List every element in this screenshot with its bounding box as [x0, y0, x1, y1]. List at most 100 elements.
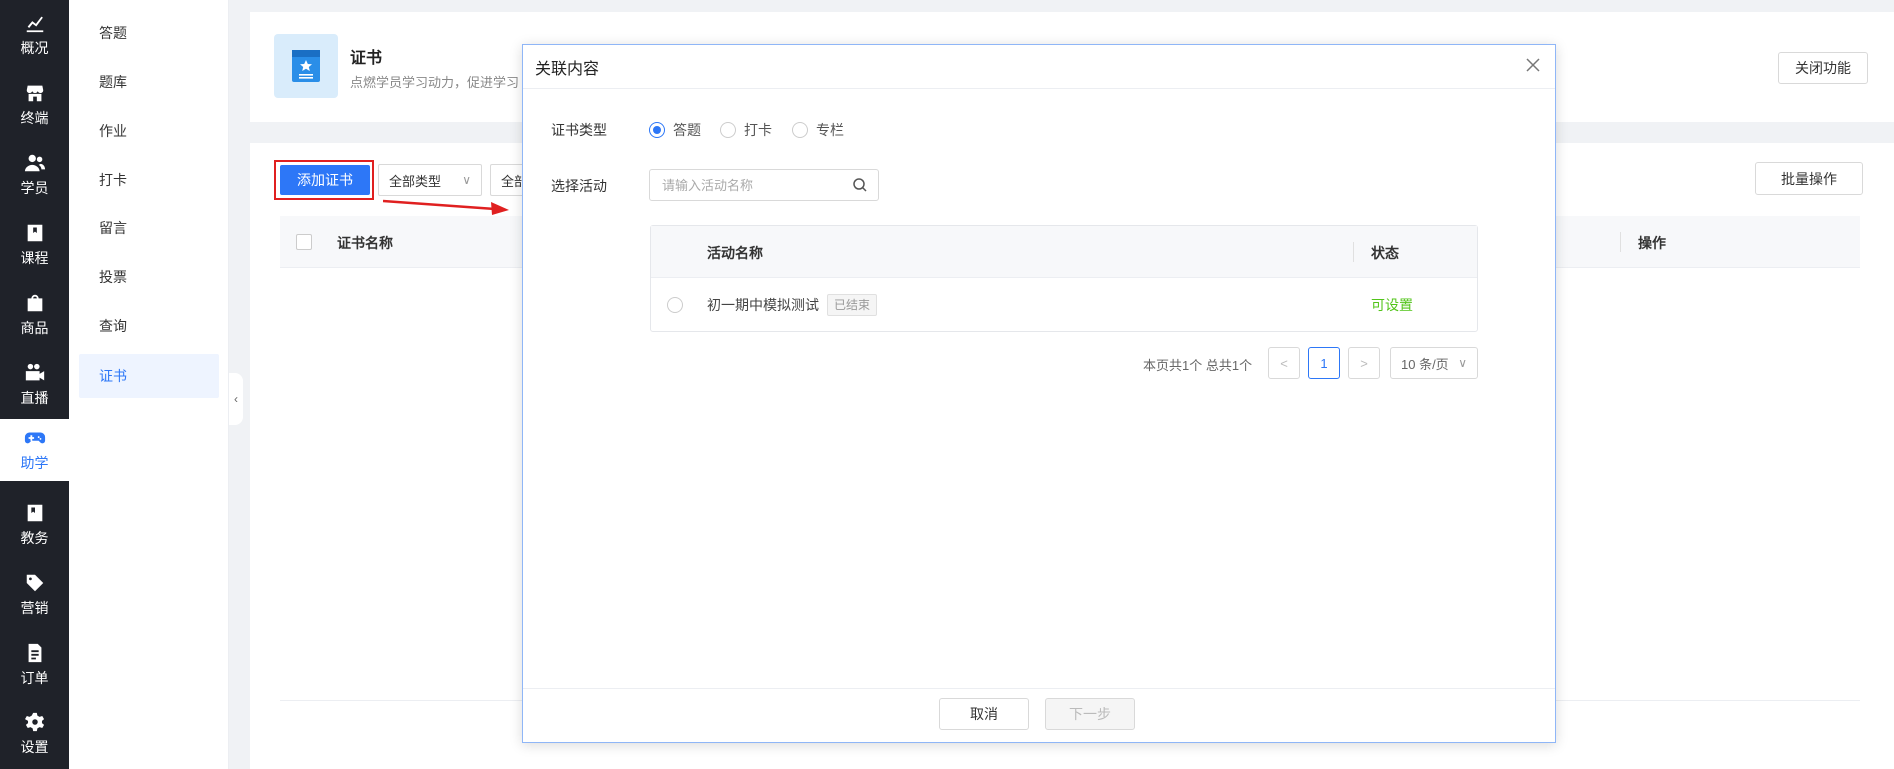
chevron-left-icon: ‹ [234, 392, 238, 406]
page-description: 点燃学员学习动力，促进学习 [350, 75, 520, 90]
type-filter-select[interactable]: 全部类型 ∨ [378, 164, 482, 196]
subnav-item-messages[interactable]: 留言 [79, 206, 219, 250]
activity-table: 活动名称 状态 初一期中模拟测试 已结束 可设置 [650, 225, 1478, 332]
rail-item-courses[interactable]: 课程 [0, 210, 69, 280]
dialog-title: 关联内容 [535, 61, 600, 78]
link-content-dialog: 关联内容 证书类型 答题 打卡 专栏 选择活动 活动名称 状态 初一期中模拟测试… [522, 44, 1556, 743]
chevron-right-icon: > [1360, 355, 1368, 371]
store-icon [26, 85, 43, 102]
radio-label: 答题 [673, 122, 701, 138]
column-divider [1353, 242, 1354, 262]
rail-item-students[interactable]: 学员 [0, 140, 69, 210]
column-divider [1620, 232, 1621, 252]
radio-label: 打卡 [744, 122, 772, 138]
prev-page-button[interactable]: < [1268, 347, 1300, 379]
certificate-app-icon [274, 34, 338, 98]
chart-up-icon [26, 16, 43, 33]
row-select-radio[interactable] [667, 297, 683, 313]
rail-item-learning-aid[interactable]: 助学 [0, 419, 69, 481]
rail-item-label: 商品 [20, 320, 49, 336]
gear-icon [24, 712, 44, 732]
dialog-header: 关联内容 [523, 45, 1555, 89]
chevron-down-icon: ∨ [1458, 356, 1467, 370]
column-header-name: 证书名称 [337, 235, 393, 251]
page-title: 证书 [350, 50, 383, 67]
chevron-left-icon: < [1280, 355, 1288, 371]
rail-item-orders[interactable]: 订单 [0, 630, 69, 700]
document-icon [28, 643, 41, 663]
activity-search-input[interactable] [650, 170, 840, 200]
bag-icon [27, 294, 42, 312]
cancel-button[interactable]: 取消 [939, 698, 1029, 730]
subnav-item-question-bank[interactable]: 题库 [79, 60, 219, 104]
add-certificate-button[interactable]: 添加证书 [280, 165, 370, 195]
page-button-current[interactable]: 1 [1308, 347, 1340, 379]
select-all-checkbox[interactable] [296, 234, 312, 250]
column-header-status: 状态 [1371, 245, 1399, 261]
notebook-icon [27, 504, 42, 522]
batch-operation-button[interactable]: 批量操作 [1755, 162, 1863, 195]
rail-item-settings[interactable]: 设置 [0, 699, 69, 769]
subnav-item-query[interactable]: 查询 [79, 304, 219, 348]
status-value: 可设置 [1371, 297, 1413, 313]
cert-type-radio-quiz[interactable]: 答题 [649, 120, 701, 140]
page-size-value: 10 条/页 [1401, 356, 1449, 372]
activity-search-box [649, 169, 879, 201]
radio-dot [792, 122, 808, 138]
page-size-select[interactable]: 10 条/页 ∨ [1390, 347, 1478, 379]
book-icon [27, 224, 42, 242]
search-icon[interactable] [852, 177, 868, 193]
next-page-button[interactable]: > [1348, 347, 1380, 379]
rail-item-label: 营销 [20, 600, 49, 616]
rail-item-label: 设置 [20, 739, 49, 755]
radio-dot [649, 122, 665, 138]
dialog-close-button[interactable] [1521, 53, 1545, 77]
next-step-button[interactable]: 下一步 [1045, 698, 1135, 730]
radio-label: 专栏 [816, 122, 844, 138]
ended-tag: 已结束 [827, 294, 878, 316]
chevron-down-icon: ∨ [462, 173, 471, 187]
rail-item-overview[interactable]: 概况 [0, 0, 69, 70]
cert-type-radio-checkin[interactable]: 打卡 [720, 120, 772, 140]
collapse-sidebar-handle[interactable]: ‹ [229, 373, 243, 425]
rail-item-label: 助学 [20, 455, 49, 471]
cert-type-radio-column[interactable]: 专栏 [792, 120, 844, 140]
radio-dot [720, 122, 736, 138]
tag-icon [26, 574, 43, 592]
cert-type-label: 证书类型 [551, 122, 607, 138]
rail-item-label: 直播 [20, 390, 49, 406]
subnav-item-homework[interactable]: 作业 [79, 109, 219, 153]
gamepad-icon [24, 432, 45, 444]
users-icon [24, 154, 45, 172]
type-filter-value: 全部类型 [389, 173, 442, 189]
rail-item-label: 学员 [20, 180, 49, 196]
column-header-action: 操作 [1638, 235, 1666, 251]
subnav-item-certificate[interactable]: 证书 [79, 354, 219, 398]
rail-item-label: 教务 [20, 530, 49, 546]
activity-name: 初一期中模拟测试 [707, 297, 819, 313]
rail-item-academic[interactable]: 教务 [0, 490, 69, 560]
subnav-item-quiz[interactable]: 答题 [79, 11, 219, 55]
rail-item-label: 课程 [20, 250, 49, 266]
close-feature-button[interactable]: 关闭功能 [1778, 52, 1868, 84]
certificate-icon [292, 50, 320, 82]
dialog-footer: 取消 下一步 [523, 688, 1555, 742]
pagination-summary: 本页共1个 总共1个 [1143, 358, 1253, 373]
camera-icon [25, 363, 44, 381]
rail-item-live[interactable]: 直播 [0, 350, 69, 420]
column-header-activity-name: 活动名称 [707, 245, 763, 261]
rail-item-label: 订单 [20, 670, 49, 686]
rail-item-terminal[interactable]: 终端 [0, 70, 69, 140]
table-row[interactable]: 初一期中模拟测试 已结束 可设置 [651, 278, 1477, 332]
rail-item-label: 概况 [20, 40, 49, 56]
subnav-item-checkin[interactable]: 打卡 [79, 158, 219, 202]
close-icon [1526, 58, 1540, 72]
activity-table-header: 活动名称 状态 [651, 226, 1477, 278]
subnav-item-vote[interactable]: 投票 [79, 255, 219, 299]
rail-item-label: 终端 [20, 110, 49, 126]
rail-item-marketing[interactable]: 营销 [0, 560, 69, 630]
select-activity-label: 选择活动 [551, 178, 607, 194]
annotation-arrow-icon [383, 199, 509, 215]
secondary-nav: 答题 题库 作业 打卡 留言 投票 查询 证书 [69, 0, 229, 769]
rail-item-goods[interactable]: 商品 [0, 280, 69, 350]
